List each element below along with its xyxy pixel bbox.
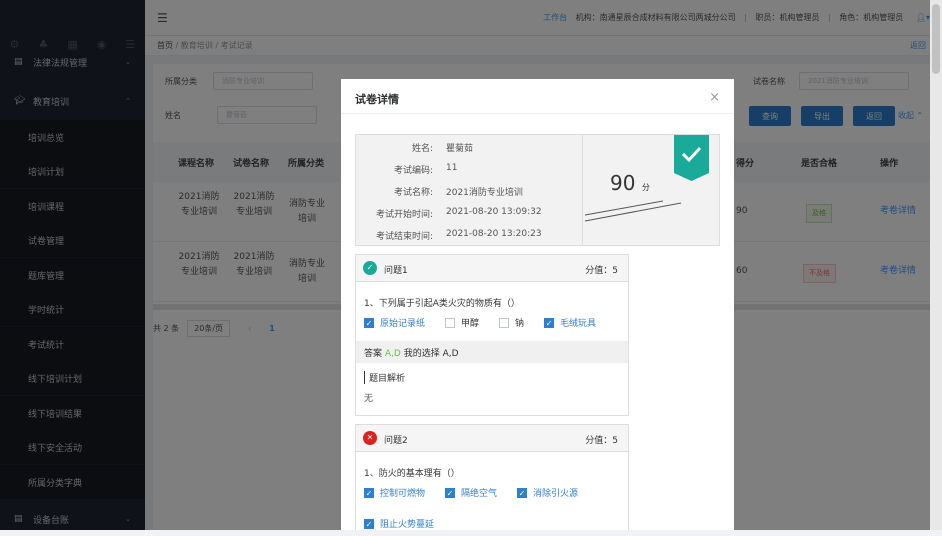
- wrong-icon: ✕: [363, 431, 377, 445]
- dialog-title: 试卷详情: [355, 93, 399, 106]
- question-text: 1、下列属于引起A类火灾的物质有（）: [364, 299, 520, 309]
- option-checkbox[interactable]: 钠: [499, 316, 524, 329]
- pass-check-badge-icon: [674, 135, 709, 181]
- page-scrollbar[interactable]: [930, 0, 942, 530]
- question-options: ✓ 原始记录纸 甲醇 钠 ✓ 毛绒玩具: [364, 316, 616, 329]
- exam-info-panel: 姓名: 瞿菊茹 考试编码: 11 考试名称: 2021消防专业培训 考试开始时间: 20…: [355, 134, 720, 246]
- signature-lines: [584, 200, 682, 222]
- exam-detail-dialog: 试卷详情 × 姓名: 瞿菊茹 考试编码: 11 考试名称: 2021消防专业培训 考试…: [341, 79, 734, 530]
- option-checkbox[interactable]: ✓ 阻止火势蔓延: [364, 517, 434, 530]
- option-checkbox[interactable]: ✓ 原始记录纸: [364, 316, 425, 329]
- question-text: 1、防火的基本理有（）: [364, 469, 460, 479]
- close-icon[interactable]: ×: [709, 90, 720, 105]
- question-options: ✓ 控制可燃物 ✓ 隔绝空气 ✓ 消除引火源: [364, 486, 598, 499]
- answer-row: 答案 A,D 我的选择 A,D: [356, 341, 628, 363]
- option-checkbox[interactable]: ✓ 控制可燃物: [364, 486, 425, 499]
- question-card: ✕ 问题2 分值：5 1、防火的基本理有（） ✓ 控制可燃物 ✓ 隔绝空气 ✓ 消除引…: [355, 424, 629, 530]
- analysis-label: 题目解析: [364, 371, 405, 384]
- analysis-text: 无: [364, 394, 374, 404]
- option-checkbox[interactable]: ✓ 消除引火源: [517, 486, 578, 499]
- option-checkbox[interactable]: ✓ 毛绒玩具: [544, 316, 596, 329]
- question-card: ✓ 问题1 分值：5 1、下列属于引起A类火灾的物质有（） ✓ 原始记录纸 甲醇 …: [355, 254, 629, 416]
- total-score: 90 分: [610, 171, 650, 195]
- correct-icon: ✓: [363, 261, 377, 275]
- option-checkbox[interactable]: ✓ 隔绝空气: [445, 486, 497, 499]
- option-checkbox[interactable]: 甲醇: [445, 316, 479, 329]
